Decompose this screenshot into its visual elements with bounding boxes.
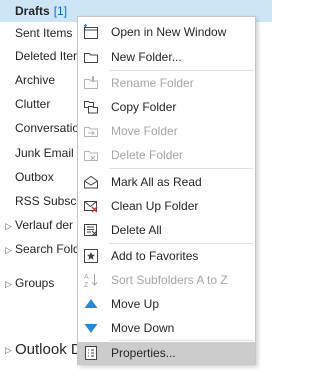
- chevron-right-icon[interactable]: ▷: [5, 273, 15, 295]
- move-up-icon: [81, 294, 101, 314]
- menu-item-clean-up-folder[interactable]: Clean Up Folder: [78, 195, 255, 217]
- chevron-right-icon[interactable]: ▷: [5, 337, 15, 363]
- folder-context-menu: Open in New Window New Folder... Rename …: [77, 16, 256, 365]
- move-folder-icon: [81, 121, 101, 141]
- menu-item-sort-subfolders: AZ Sort Subfolders A to Z: [78, 269, 255, 291]
- folder-name: Deleted Iter: [15, 49, 78, 63]
- menu-item-delete-folder: Delete Folder: [78, 144, 255, 166]
- rename-folder-icon: [81, 73, 101, 93]
- folder-name: Search Fold: [15, 242, 80, 256]
- folder-sent-items[interactable]: Sent Items: [0, 22, 72, 44]
- menu-separator: [109, 340, 253, 341]
- chevron-right-icon[interactable]: ▷: [5, 239, 15, 261]
- folder-junk-email[interactable]: Junk Email[: [0, 142, 81, 164]
- menu-item-label: Move Up: [111, 297, 160, 311]
- menu-separator: [109, 243, 253, 244]
- folder-deleted-items[interactable]: Deleted Iter: [0, 45, 77, 67]
- new-folder-icon: [81, 47, 101, 67]
- folder-name: Outbox: [15, 170, 54, 184]
- menu-item-move-down[interactable]: Move Down: [78, 317, 255, 339]
- folder-name: Drafts: [15, 4, 50, 18]
- folder-conversation-history[interactable]: Conversatio: [0, 117, 79, 139]
- mark-all-read-icon: [81, 172, 101, 192]
- menu-item-rename-folder: Rename Folder: [78, 72, 255, 94]
- folder-outbox[interactable]: Outbox: [0, 166, 54, 188]
- folder-name: Archive: [15, 73, 56, 87]
- menu-item-mark-all-as-read[interactable]: Mark All as Read: [78, 171, 255, 193]
- menu-item-label: Add to Favorites: [111, 249, 199, 263]
- folder-name: Sent Items: [15, 26, 73, 40]
- folder-outlook-data-file[interactable]: ▷ Outlook D: [0, 337, 82, 363]
- unread-count: [1]: [53, 4, 68, 18]
- chevron-right-icon[interactable]: ▷: [5, 215, 15, 237]
- menu-separator: [109, 168, 253, 169]
- clean-up-folder-icon: [81, 196, 101, 216]
- move-down-icon: [81, 318, 101, 338]
- menu-separator: [109, 70, 253, 71]
- properties-icon: [81, 343, 101, 363]
- folder-archive[interactable]: Archive: [0, 69, 55, 91]
- menu-item-label: Sort Subfolders A to Z: [111, 273, 228, 287]
- menu-item-properties[interactable]: Properties...: [78, 342, 255, 364]
- menu-item-new-folder[interactable]: New Folder...: [78, 46, 255, 68]
- open-new-window-icon: [81, 22, 101, 42]
- folder-name: Junk Email: [15, 146, 74, 160]
- menu-item-label: Delete All: [111, 223, 162, 237]
- menu-item-label: Copy Folder: [111, 100, 177, 114]
- menu-item-label: Delete Folder: [111, 148, 184, 162]
- folder-groups[interactable]: ▷ Groups: [0, 272, 54, 294]
- menu-item-add-to-favorites[interactable]: Add to Favorites: [78, 245, 255, 267]
- menu-item-label: Rename Folder: [111, 76, 194, 90]
- delete-all-icon: [81, 220, 101, 240]
- svg-text:Z: Z: [84, 282, 89, 288]
- folder-verlauf[interactable]: ▷ Verlauf der U: [0, 214, 85, 236]
- folder-search-folders[interactable]: ▷ Search Fold: [0, 238, 80, 260]
- menu-item-label: New Folder...: [111, 50, 182, 64]
- menu-item-copy-folder[interactable]: Copy Folder: [78, 96, 255, 118]
- menu-item-delete-all[interactable]: Delete All: [78, 219, 255, 241]
- menu-item-label: Open in New Window: [111, 25, 227, 39]
- menu-item-label: Clean Up Folder: [111, 199, 199, 213]
- folder-name: Groups: [15, 276, 55, 290]
- folder-name: Outlook D: [15, 341, 82, 358]
- delete-folder-icon: [81, 145, 101, 165]
- add-to-favorites-icon: [81, 246, 101, 266]
- menu-item-label: Move Down: [111, 321, 175, 335]
- menu-item-open-in-new-window[interactable]: Open in New Window: [78, 21, 255, 43]
- folder-name: Verlauf der U: [15, 218, 86, 232]
- sort-a-to-z-icon: AZ: [81, 270, 101, 290]
- menu-item-move-folder: Move Folder: [78, 120, 255, 142]
- folder-clutter[interactable]: Clutter: [0, 93, 50, 115]
- svg-text:A: A: [84, 274, 89, 281]
- menu-item-move-up[interactable]: Move Up: [78, 293, 255, 315]
- menu-item-label: Mark All as Read: [111, 175, 202, 189]
- copy-folder-icon: [81, 97, 101, 117]
- menu-item-label: Move Folder: [111, 124, 178, 138]
- folder-name: Conversatio: [15, 121, 80, 135]
- menu-item-label: Properties...: [111, 346, 176, 360]
- folder-name: Clutter: [15, 97, 51, 111]
